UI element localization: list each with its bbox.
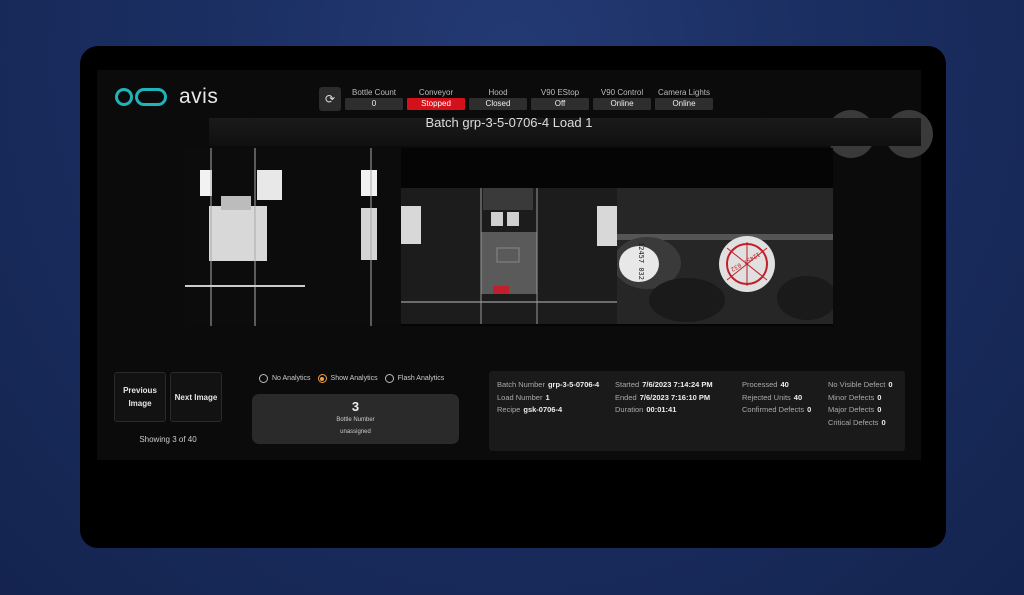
next-image-button[interactable]: Next Image <box>170 372 222 422</box>
camera-image-3[interactable]: 12457 032 12457 032 <box>617 188 833 324</box>
camera-image-1[interactable] <box>185 148 401 326</box>
stat-ended: Ended 7/6/2023 7:16:10 PM <box>615 392 711 402</box>
stat-rejected: Rejected Units 40 <box>742 392 803 402</box>
status-v90-estop: V90 EStop Off <box>531 87 589 111</box>
refresh-button[interactable]: ⟳ <box>319 87 341 111</box>
radio-flash-analytics[interactable]: Flash Analytics <box>384 374 444 383</box>
status-bottle-count: Bottle Count 0 <box>345 87 403 111</box>
inspection-images: 12457 032 12457 032 <box>185 148 833 326</box>
stat-confirmed: Confirmed Defects 0 <box>742 405 812 414</box>
stat-no-visible: No Visible Defect 0 <box>828 380 893 389</box>
status-hood: Hood Closed <box>469 87 527 111</box>
device-frame: avis ⟳ Bottle Count 0 Conveyor Stopped Hoo… <box>80 46 946 548</box>
stat-started: Started 7/6/2023 7:14:24 PM <box>615 380 713 389</box>
batch-stats-panel: Batch Number grp-3-5-0706-4 Load Number 1 … <box>489 371 905 451</box>
stat-processed: Processed 40 <box>742 380 789 389</box>
status-v90-control: V90 Control Online <box>593 87 651 111</box>
radio-show-analytics[interactable]: Show Analytics <box>317 374 378 383</box>
stat-major: Major Defects 0 <box>828 405 882 414</box>
app-screen: avis ⟳ Bottle Count 0 Conveyor Stopped Hoo… <box>97 70 933 460</box>
stat-minor: Minor Defects 0 <box>828 392 882 402</box>
status-camera-lights: Camera Lights Online <box>655 87 713 111</box>
bottle-assignment: unassigned <box>340 429 371 435</box>
stat-critical: Critical Defects 0 <box>828 417 886 427</box>
brand-name: avis <box>179 85 219 108</box>
showing-counter: Showing 3 of 40 <box>139 435 197 444</box>
status-conveyor: Conveyor Stopped <box>407 87 465 111</box>
stat-load-number: Load Number 1 <box>497 392 550 402</box>
refresh-icon: ⟳ <box>324 92 336 106</box>
radio-no-analytics[interactable]: No Analytics <box>259 374 311 383</box>
avis-logo-mark-icon <box>115 86 167 108</box>
bottle-number-label: Bottle Number <box>336 417 375 423</box>
stat-batch-number: Batch Number grp-3-5-0706-4 <box>497 380 600 389</box>
previous-image-button[interactable]: Previous Image <box>114 372 166 422</box>
bottle-number-card: 3 Bottle Number unassigned <box>252 394 459 444</box>
batch-title: Batch grp-3-5-0706-4 Load 1 <box>425 115 593 130</box>
avis-logo: avis <box>115 85 218 109</box>
analytics-options: No Analytics Show Analytics Flash Analyt… <box>259 374 444 383</box>
bottle-label-text-a: 12457 032 <box>636 242 645 280</box>
status-bar: ⟳ Bottle Count 0 Conveyor Stopped Hood Clos… <box>319 87 713 111</box>
stat-recipe: Recipe gsk-0706-4 <box>497 405 563 414</box>
camera-image-2[interactable] <box>401 188 617 324</box>
bottle-number: 3 <box>351 399 360 414</box>
stat-duration: Duration 00:01:41 <box>615 405 677 414</box>
